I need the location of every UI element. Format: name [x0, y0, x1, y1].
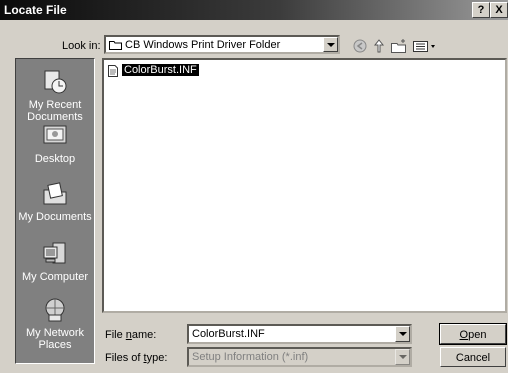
file-type-dropdown-button: [395, 349, 410, 365]
place-recent-documents[interactable]: My Recent Documents: [16, 69, 94, 123]
place-my-documents[interactable]: My Documents: [16, 181, 94, 223]
folder-icon: [109, 41, 122, 50]
file-name-label: File name:: [105, 329, 157, 341]
look-in-dropdown-button[interactable]: [323, 37, 338, 52]
close-button[interactable]: X: [490, 2, 508, 18]
help-button[interactable]: ?: [472, 2, 490, 18]
new-folder-icon[interactable]: [390, 38, 408, 54]
file-name: ColorBurst.INF: [121, 63, 200, 77]
look-in-combo[interactable]: CB Windows Print Driver Folder: [104, 35, 340, 54]
look-in-value: CB Windows Print Driver Folder: [125, 39, 281, 51]
look-in-label: Look in:: [62, 40, 101, 52]
file-type-value: Setup Information (*.inf): [192, 351, 309, 363]
file-name-dropdown-button[interactable]: [395, 326, 410, 342]
network-places-icon: [45, 298, 65, 322]
view-menu-icon[interactable]: [412, 38, 438, 54]
recent-documents-icon: [44, 70, 67, 94]
file-type-combo: Setup Information (*.inf): [187, 347, 412, 367]
file-list[interactable]: ColorBurst.INF: [102, 58, 507, 313]
place-desktop[interactable]: Desktop: [16, 123, 94, 165]
file-name-combo[interactable]: ColorBurst.INF: [187, 324, 412, 344]
place-my-computer[interactable]: My Computer: [16, 241, 94, 283]
cancel-button[interactable]: Cancel: [440, 347, 506, 367]
my-documents-icon: [43, 182, 67, 205]
my-computer-icon: [43, 242, 66, 264]
inf-file-icon: [108, 65, 118, 77]
place-label: My Documents: [18, 211, 92, 223]
desktop-icon: [43, 125, 67, 144]
place-label: My Recent Documents: [27, 99, 83, 123]
file-name-input[interactable]: ColorBurst.INF: [192, 328, 265, 340]
places-bar: My Recent Documents Desktop My Documents…: [15, 58, 95, 364]
window-title: Locate File: [4, 3, 67, 17]
back-icon[interactable]: [351, 38, 369, 54]
place-network-places[interactable]: My Network Places: [16, 297, 94, 351]
place-label: Desktop: [34, 153, 76, 165]
up-folder-icon[interactable]: [370, 38, 388, 54]
title-bar: Locate File ? X: [0, 0, 508, 20]
file-type-label: Files of type:: [105, 352, 168, 364]
open-button[interactable]: Open: [439, 323, 507, 345]
place-label: My Computer: [21, 271, 89, 283]
place-label: My Network Places: [25, 327, 85, 351]
